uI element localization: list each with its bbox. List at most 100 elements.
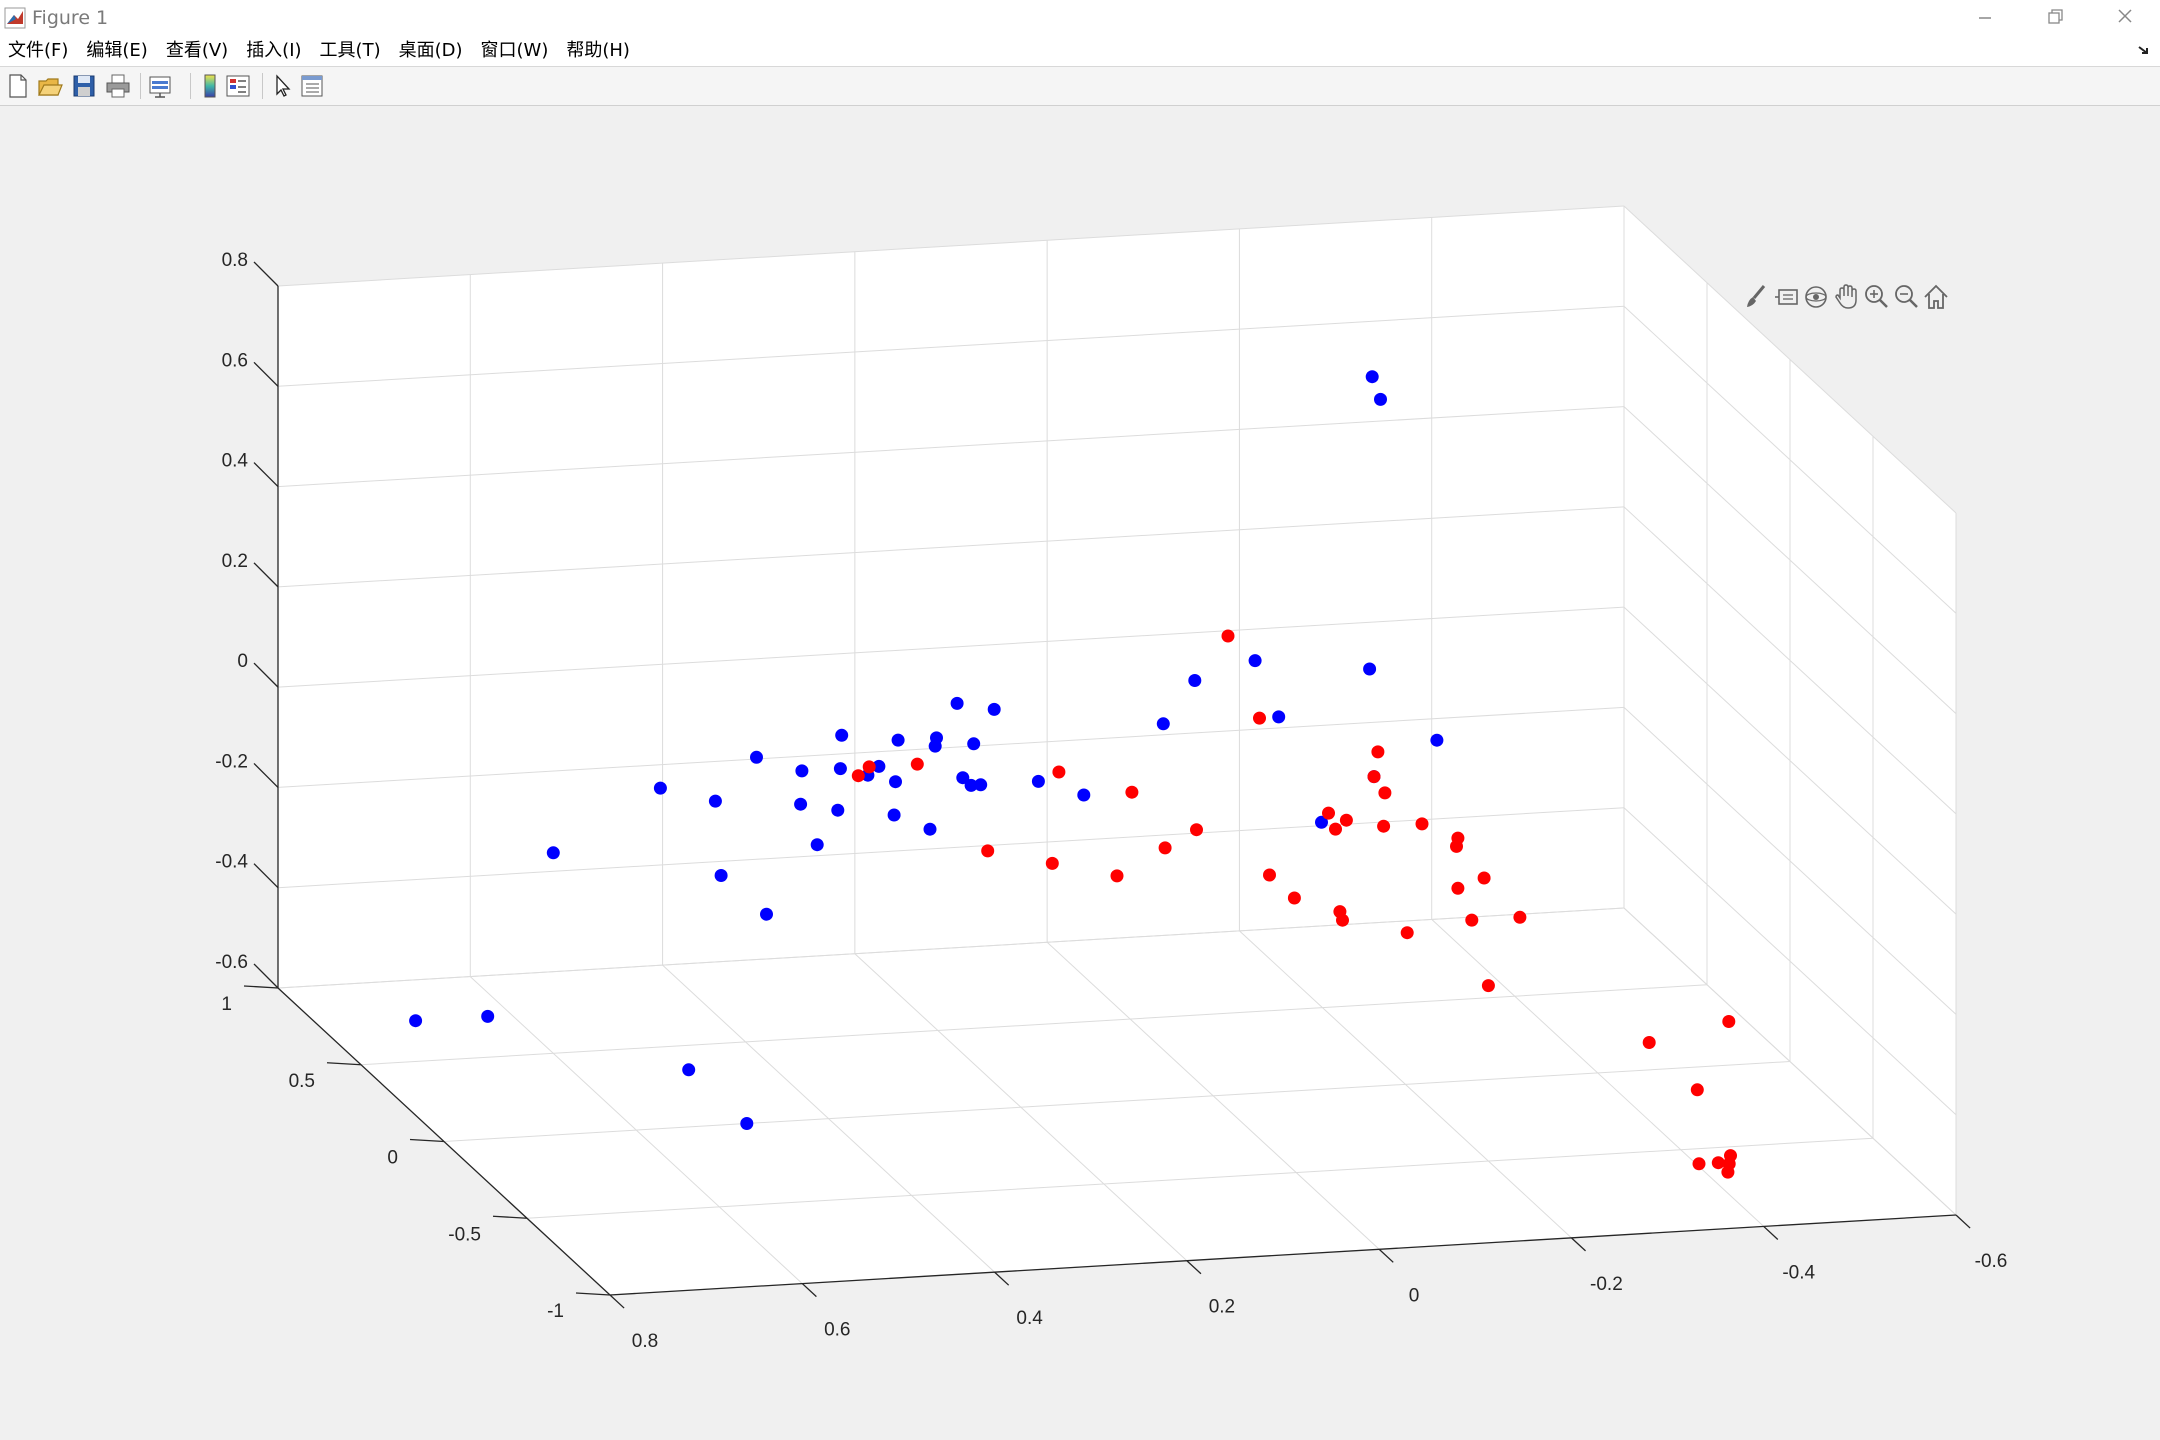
red-data-point[interactable] [1322,806,1335,820]
blue-data-point[interactable] [974,778,988,792]
blue-data-point[interactable] [708,794,722,808]
blue-data-point[interactable] [1272,710,1286,724]
blue-data-point[interactable] [1374,392,1387,406]
blue-data-point[interactable] [740,1117,754,1130]
red-data-point[interactable] [1692,1157,1706,1171]
blue-data-point[interactable] [1188,674,1202,687]
blue-data-point[interactable] [810,838,824,852]
red-data-point[interactable] [1690,1083,1704,1097]
minimize-button[interactable] [1950,0,2020,36]
blue-data-point[interactable] [750,750,763,764]
blue-data-point[interactable] [714,869,728,882]
red-data-point[interactable] [862,760,876,774]
link-plot-button[interactable] [146,73,174,99]
red-data-point[interactable] [1477,871,1491,885]
blue-data-point[interactable] [1077,788,1091,802]
close-icon [2118,9,2132,23]
new-figure-button[interactable] [4,73,32,99]
blue-data-point[interactable] [682,1063,696,1077]
blue-data-point[interactable] [950,696,964,710]
blue-data-point[interactable] [887,808,901,822]
blue-data-point[interactable] [831,803,845,817]
blue-data-point[interactable] [794,797,808,811]
blue-data-point[interactable] [760,907,773,921]
red-data-point[interactable] [1287,891,1301,905]
data-tips-button[interactable] [1772,282,1800,312]
red-data-point[interactable] [1190,823,1203,837]
blue-data-point[interactable] [889,775,902,789]
print-button[interactable] [104,73,132,99]
brush-button[interactable] [1742,282,1770,312]
red-data-point[interactable] [1722,1015,1736,1028]
red-data-point[interactable] [1465,913,1479,927]
blue-data-point[interactable] [1031,774,1045,788]
menu-desktop[interactable]: 桌面(D) [391,36,473,66]
red-data-point[interactable] [1378,786,1392,800]
red-data-point[interactable] [1336,913,1349,927]
blue-data-point[interactable] [1363,662,1377,676]
menu-file[interactable]: 文件(F) [0,36,78,66]
red-data-point[interactable] [1367,770,1381,784]
red-data-point[interactable] [1158,841,1172,855]
red-data-point[interactable] [1400,926,1414,940]
red-data-point[interactable] [1329,822,1342,836]
red-data-point[interactable] [1125,785,1139,799]
red-data-point[interactable] [1450,839,1463,853]
red-data-point[interactable] [981,844,995,858]
figure-canvas[interactable]: -0.6 -0.4 -0.2 0 0.2 0.4 0.6 0.8 -1 -0.5 0 0.5 1 -0.6… [0,106,2160,1440]
red-data-point[interactable] [1513,910,1527,924]
menu-view[interactable]: 查看(V) [158,36,238,66]
pan-button[interactable] [1832,282,1860,312]
blue-data-point[interactable] [653,781,667,795]
restore-button[interactable] [2020,0,2090,36]
save-button[interactable] [70,73,98,99]
red-data-point[interactable] [1253,711,1266,725]
rotate-3d-button[interactable] [1802,282,1830,312]
blue-data-point[interactable] [923,822,937,836]
home-button[interactable] [1922,282,1950,312]
blue-data-point[interactable] [1365,370,1379,384]
blue-data-point[interactable] [481,1009,495,1023]
menu-window[interactable]: 窗口(W) [473,36,559,66]
blue-data-point[interactable] [409,1014,423,1028]
property-inspector-button[interactable] [298,73,326,99]
blue-data-point[interactable] [930,731,943,745]
blue-data-point[interactable] [891,733,905,747]
red-data-point[interactable] [1045,856,1059,870]
blue-data-point[interactable] [795,764,809,778]
red-data-point[interactable] [1371,745,1385,759]
dock-figure-icon[interactable] [2136,42,2152,58]
menu-tools[interactable]: 工具(T) [312,36,391,66]
red-data-point[interactable] [1377,819,1391,833]
edit-plot-button[interactable] [268,73,296,99]
red-data-point[interactable] [1263,868,1276,882]
red-data-point[interactable] [910,757,924,771]
menu-edit[interactable]: 编辑(E) [78,36,157,66]
red-data-point[interactable] [1052,765,1066,779]
red-data-point[interactable] [1451,881,1465,895]
blue-data-point[interactable] [1430,733,1444,747]
red-data-point[interactable] [1415,817,1429,831]
colorbar-button[interactable] [196,73,224,99]
legend-button[interactable] [224,73,252,99]
menu-help[interactable]: 帮助(H) [558,36,640,66]
zoom-out-button[interactable] [1892,282,1920,312]
red-data-point[interactable] [851,769,865,783]
red-data-point[interactable] [1221,629,1235,643]
red-data-point[interactable] [1642,1036,1656,1049]
zoom-in-button[interactable] [1862,282,1890,312]
close-button[interactable] [2090,0,2160,36]
blue-data-point[interactable] [835,728,849,742]
blue-data-point[interactable] [967,737,981,751]
blue-data-point[interactable] [833,762,847,776]
red-data-point[interactable] [1110,869,1124,883]
red-data-point[interactable] [1724,1149,1737,1163]
blue-data-point[interactable] [1156,717,1170,731]
blue-data-point[interactable] [1248,654,1262,668]
blue-data-point[interactable] [987,702,1001,716]
open-file-button[interactable] [36,73,64,99]
blue-data-point[interactable] [546,846,560,860]
red-data-point[interactable] [1339,813,1353,827]
red-data-point[interactable] [1481,979,1495,993]
menu-insert[interactable]: 插入(I) [238,36,311,66]
